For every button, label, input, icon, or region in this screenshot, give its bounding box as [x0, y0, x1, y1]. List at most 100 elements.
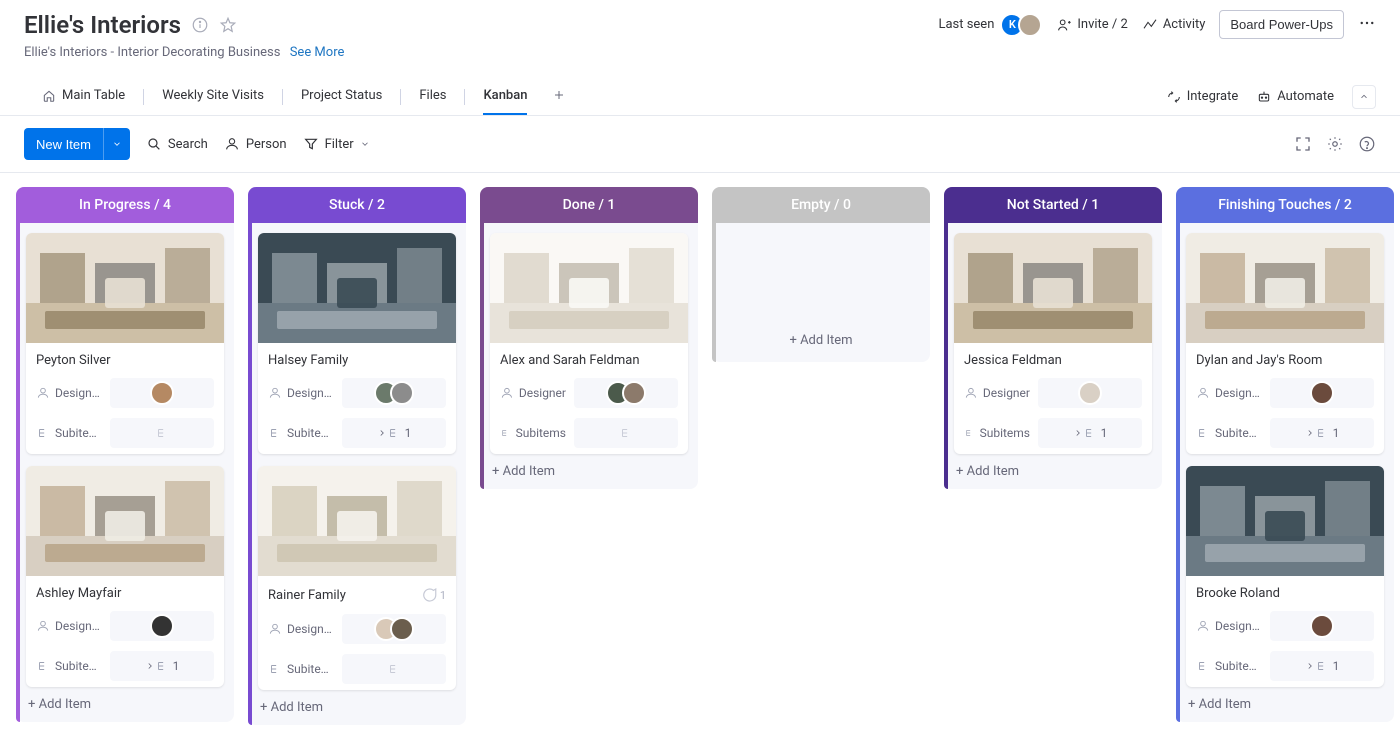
column-header[interactable]: In Progress / 4 [16, 187, 234, 223]
filter-label: Filter [325, 137, 354, 152]
subitems-value[interactable]: 1 [1270, 651, 1374, 681]
new-item-caret[interactable] [103, 128, 130, 160]
avatar [1310, 381, 1334, 405]
tab-status-label: Project Status [301, 88, 382, 103]
subitems-value[interactable]: 1 [342, 418, 446, 448]
conversation-icon[interactable]: 1 [420, 586, 446, 604]
add-tab-button[interactable] [545, 79, 573, 115]
tab-weekly[interactable]: Weekly Site Visits [162, 78, 264, 115]
tab-weekly-label: Weekly Site Visits [162, 88, 264, 103]
designer-label: Design… [1196, 619, 1262, 633]
subitems-value[interactable]: 1 [1038, 418, 1142, 448]
column-header[interactable]: Done / 1 [480, 187, 698, 223]
kanban-column: In Progress / 4 Peyton SilverDesign…Subi… [16, 187, 234, 722]
designer-value[interactable] [110, 611, 214, 641]
designer-value[interactable] [342, 614, 446, 644]
kanban-card[interactable]: Ashley MayfairDesign…Subite… 1 [26, 466, 224, 687]
tab-main-label: Main Table [62, 88, 125, 103]
add-item-button[interactable]: + Add Item [712, 233, 930, 362]
search-button[interactable]: Search [146, 136, 208, 152]
card-title: Alex and Sarah Feldman [490, 343, 688, 374]
subitems-value[interactable] [342, 654, 446, 684]
card-image [26, 233, 224, 343]
column-header[interactable]: Stuck / 2 [248, 187, 466, 223]
kanban-card[interactable]: Jessica FeldmanDesignerSubitems 1 [954, 233, 1152, 454]
kanban-card[interactable]: Peyton SilverDesign…Subite… [26, 233, 224, 454]
activity-label: Activity [1163, 17, 1206, 32]
new-item-button[interactable]: New Item [24, 128, 130, 160]
kanban-card[interactable]: Alex and Sarah FeldmanDesignerSubitems [490, 233, 688, 454]
last-seen[interactable]: Last seen K [938, 13, 1042, 37]
home-icon [42, 89, 56, 103]
card-image [1186, 466, 1384, 576]
subitems-label: Subite… [36, 426, 102, 440]
settings-icon[interactable] [1326, 135, 1344, 153]
subitems-value[interactable]: 1 [110, 651, 214, 681]
automate-button[interactable]: Automate [1256, 89, 1334, 105]
subitems-value[interactable] [110, 418, 214, 448]
invite-label: Invite / 2 [1077, 17, 1127, 32]
add-item-button[interactable]: + Add Item [16, 687, 234, 722]
avatar [1310, 614, 1334, 638]
more-icon[interactable] [1358, 14, 1376, 36]
card-image [490, 233, 688, 343]
add-item-button[interactable]: + Add Item [944, 454, 1162, 489]
tab-files-label: Files [419, 88, 446, 103]
tab-kanban[interactable]: Kanban [483, 78, 527, 115]
person-label: Person [246, 137, 287, 152]
chevron-down-icon [360, 139, 370, 149]
column-header[interactable]: Not Started / 1 [944, 187, 1162, 223]
designer-value[interactable] [342, 378, 446, 408]
filter-button[interactable]: Filter [303, 136, 370, 152]
filter-icon [303, 136, 319, 152]
person-filter[interactable]: Person [224, 136, 287, 152]
card-title: Halsey Family [258, 343, 456, 374]
designer-label: Design… [268, 386, 334, 400]
invite-button[interactable]: Invite / 2 [1056, 17, 1127, 33]
card-title: Dylan and Jay's Room [1186, 343, 1384, 374]
subitems-label: Subite… [268, 662, 334, 676]
kanban-card[interactable]: Dylan and Jay's RoomDesign…Subite… 1 [1186, 233, 1384, 454]
designer-value[interactable] [574, 378, 678, 408]
activity-button[interactable]: Activity [1142, 17, 1206, 33]
designer-value[interactable] [1270, 378, 1374, 408]
card-title: Brooke Roland [1186, 576, 1384, 607]
tab-status[interactable]: Project Status [301, 78, 382, 115]
person-icon [224, 136, 240, 152]
add-item-button[interactable]: + Add Item [248, 690, 466, 725]
subitems-value[interactable]: 1 [1270, 418, 1374, 448]
designer-value[interactable] [1038, 378, 1142, 408]
new-item-label: New Item [24, 128, 103, 160]
kanban-card[interactable]: Brooke RolandDesign…Subite… 1 [1186, 466, 1384, 687]
integrate-button[interactable]: Integrate [1166, 89, 1239, 105]
designer-value[interactable] [1270, 611, 1374, 641]
column-header[interactable]: Finishing Touches / 2 [1176, 187, 1394, 223]
fullscreen-icon[interactable] [1294, 135, 1312, 153]
tab-files[interactable]: Files [419, 78, 446, 115]
kanban-card[interactable]: Rainer Family1Design…Subite… [258, 466, 456, 690]
kanban-column: Stuck / 2 Halsey FamilyDesign…Subite… 1 … [248, 187, 466, 725]
card-image [258, 466, 456, 576]
subitems-value[interactable] [574, 418, 678, 448]
kanban-column: Empty / 0 + Add Item [712, 187, 930, 362]
add-item-button[interactable]: + Add Item [1176, 687, 1394, 722]
see-more-link[interactable]: See More [290, 45, 345, 60]
add-item-button[interactable]: + Add Item [480, 454, 698, 489]
designer-label: Designer [964, 386, 1030, 400]
info-icon[interactable] [191, 16, 209, 34]
star-icon[interactable] [219, 16, 237, 34]
collapse-button[interactable] [1352, 85, 1376, 109]
notes-icon[interactable] [1358, 135, 1376, 153]
powerups-button[interactable]: Board Power-Ups [1219, 10, 1344, 39]
kanban-column: Done / 1 Alex and Sarah FeldmanDesignerS… [480, 187, 698, 489]
last-seen-avatars: K [1000, 13, 1042, 37]
designer-label: Designer [500, 386, 566, 400]
avatar [622, 381, 646, 405]
designer-label: Design… [36, 386, 102, 400]
column-header[interactable]: Empty / 0 [712, 187, 930, 223]
tab-main-table[interactable]: Main Table [42, 78, 125, 115]
avatar [150, 381, 174, 405]
kanban-card[interactable]: Halsey FamilyDesign…Subite… 1 [258, 233, 456, 454]
designer-value[interactable] [110, 378, 214, 408]
search-icon [146, 136, 162, 152]
